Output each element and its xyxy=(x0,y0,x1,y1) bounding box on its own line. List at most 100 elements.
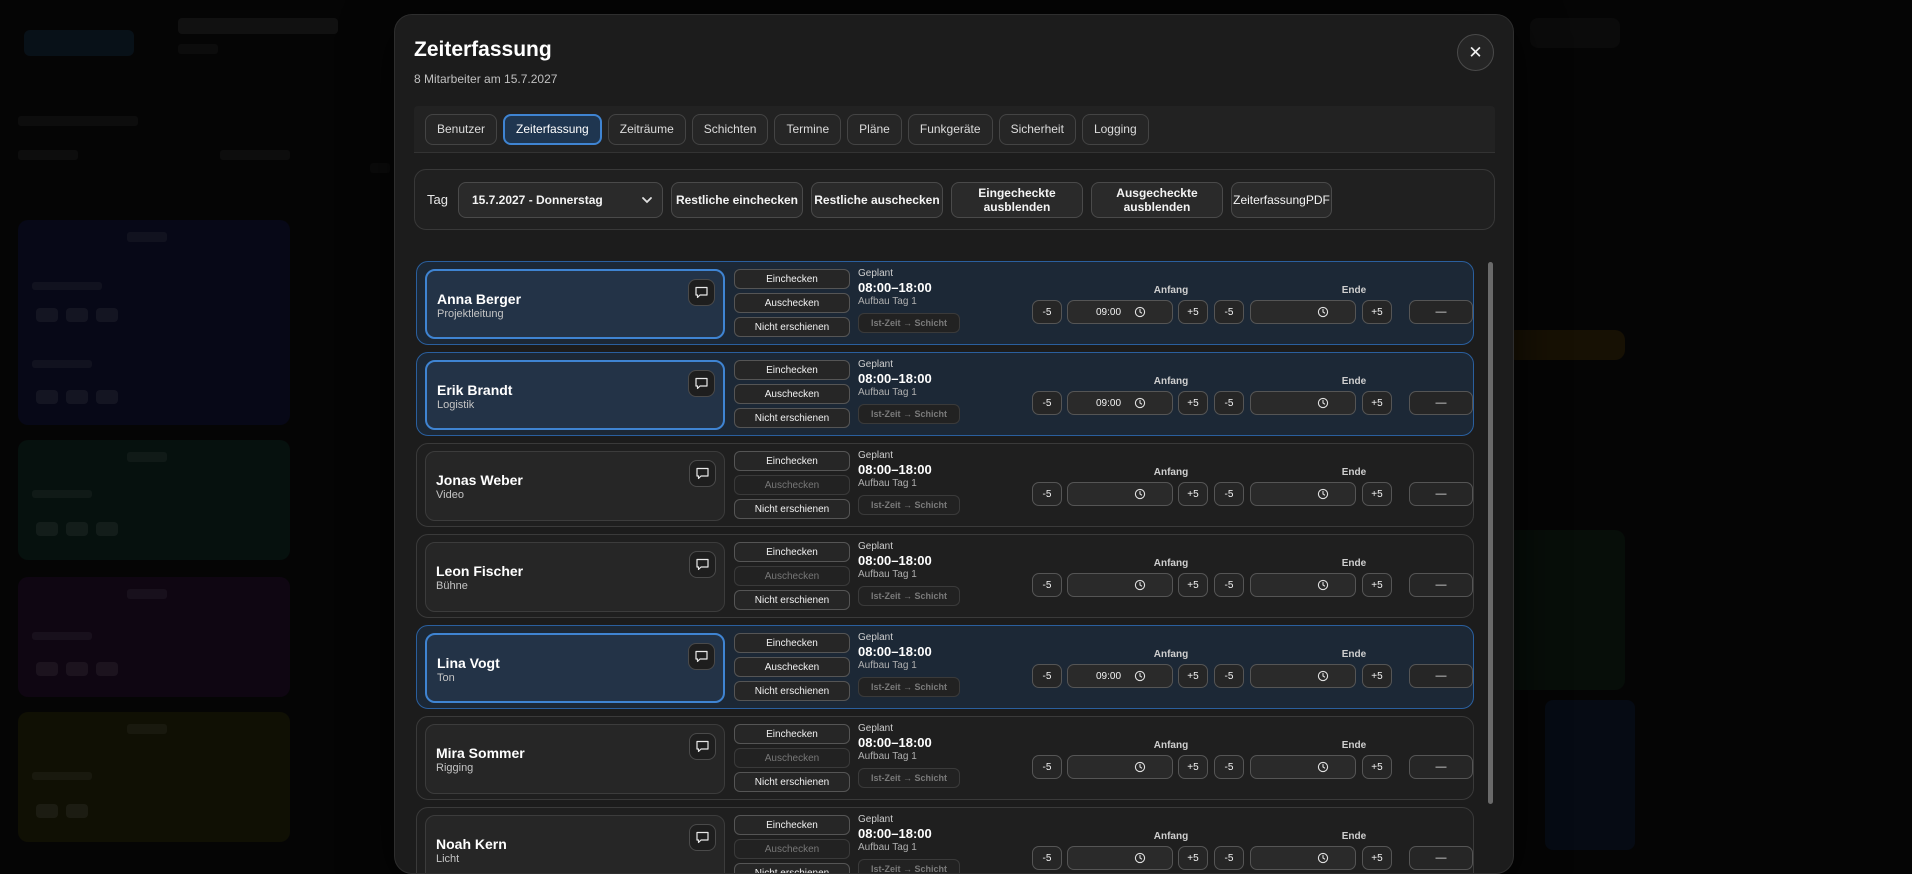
checkin-button[interactable]: Einchecken xyxy=(734,451,850,471)
tab-benutzer[interactable]: Benutzer xyxy=(425,114,497,145)
checkout-button[interactable]: Auschecken xyxy=(734,566,850,586)
employee-card[interactable]: Jonas Weber Video xyxy=(425,451,725,521)
no-show-button[interactable]: Nicht erschienen xyxy=(734,590,850,610)
ist-to-shift-button[interactable]: Ist-Zeit → Schicht xyxy=(858,859,960,874)
checkout-button[interactable]: Auschecken xyxy=(734,657,850,677)
checkin-remaining-button[interactable]: Restliche einchecken xyxy=(671,182,803,218)
start-minus-5-button[interactable]: -5 xyxy=(1032,300,1062,324)
ist-to-shift-button[interactable]: Ist-Zeit → Schicht xyxy=(858,768,960,788)
checkin-button[interactable]: Einchecken xyxy=(734,633,850,653)
end-minus-5-button[interactable]: -5 xyxy=(1214,482,1244,506)
tab-pläne[interactable]: Pläne xyxy=(847,114,902,145)
tab-zeiterfassung[interactable]: Zeiterfassung xyxy=(503,114,602,145)
ist-to-shift-button[interactable]: Ist-Zeit → Schicht xyxy=(858,586,960,606)
no-show-button[interactable]: Nicht erschienen xyxy=(734,863,850,874)
start-plus-5-button[interactable]: +5 xyxy=(1178,664,1208,688)
start-minus-5-button[interactable]: -5 xyxy=(1032,482,1062,506)
start-minus-5-button[interactable]: -5 xyxy=(1032,755,1062,779)
employee-card[interactable]: Mira Sommer Rigging xyxy=(425,724,725,794)
no-show-button[interactable]: Nicht erschienen xyxy=(734,317,850,337)
end-time-input[interactable] xyxy=(1250,573,1356,597)
end-minus-5-button[interactable]: -5 xyxy=(1214,573,1244,597)
start-minus-5-button[interactable]: -5 xyxy=(1032,664,1062,688)
tab-zeiträume[interactable]: Zeiträume xyxy=(608,114,686,145)
checkin-button[interactable]: Einchecken xyxy=(734,724,850,744)
checkout-remaining-button[interactable]: Restliche auschecken xyxy=(811,182,943,218)
start-time-input[interactable]: 09:00 xyxy=(1067,664,1173,688)
checkin-button[interactable]: Einchecken xyxy=(734,815,850,835)
start-time-input[interactable]: 09:00 xyxy=(1067,300,1173,324)
comment-button[interactable] xyxy=(689,551,716,578)
end-time-input[interactable] xyxy=(1250,482,1356,506)
checkout-button[interactable]: Auschecken xyxy=(734,293,850,313)
checkout-button[interactable]: Auschecken xyxy=(734,748,850,768)
end-time-input[interactable] xyxy=(1250,391,1356,415)
checkin-button[interactable]: Einchecken xyxy=(734,542,850,562)
end-plus-5-button[interactable]: +5 xyxy=(1362,573,1392,597)
tab-termine[interactable]: Termine xyxy=(774,114,841,145)
end-minus-5-button[interactable]: -5 xyxy=(1214,300,1244,324)
tab-sicherheit[interactable]: Sicherheit xyxy=(999,114,1076,145)
ist-to-shift-button[interactable]: Ist-Zeit → Schicht xyxy=(858,313,960,333)
start-minus-5-button[interactable]: -5 xyxy=(1032,391,1062,415)
employee-card[interactable]: Erik Brandt Logistik xyxy=(425,360,725,430)
end-minus-5-button[interactable]: -5 xyxy=(1214,664,1244,688)
end-plus-5-button[interactable]: +5 xyxy=(1362,391,1392,415)
start-plus-5-button[interactable]: +5 xyxy=(1178,482,1208,506)
hide-checked-out-button[interactable]: Ausgecheckte ausblenden xyxy=(1091,182,1223,218)
ist-to-shift-button[interactable]: Ist-Zeit → Schicht xyxy=(858,495,960,515)
no-show-button[interactable]: Nicht erschienen xyxy=(734,408,850,428)
end-plus-5-button[interactable]: +5 xyxy=(1362,300,1392,324)
end-time-input[interactable] xyxy=(1250,755,1356,779)
close-button[interactable]: ✕ xyxy=(1457,34,1494,71)
tab-schichten[interactable]: Schichten xyxy=(692,114,769,145)
checkout-button[interactable]: Auschecken xyxy=(734,384,850,404)
no-show-button[interactable]: Nicht erschienen xyxy=(734,681,850,701)
scrollbar[interactable] xyxy=(1488,262,1493,804)
start-time-input[interactable] xyxy=(1067,573,1173,597)
start-plus-5-button[interactable]: +5 xyxy=(1178,755,1208,779)
end-plus-5-button[interactable]: +5 xyxy=(1362,482,1392,506)
hide-checked-in-button[interactable]: Eingecheckte ausblenden xyxy=(951,182,1083,218)
pdf-export-button[interactable]: ZeiterfassungPDF xyxy=(1231,182,1332,218)
tab-logging[interactable]: Logging xyxy=(1082,114,1149,145)
ist-to-shift-button[interactable]: Ist-Zeit → Schicht xyxy=(858,404,960,424)
start-plus-5-button[interactable]: +5 xyxy=(1178,846,1208,870)
comment-button[interactable] xyxy=(688,643,715,670)
end-plus-5-button[interactable]: +5 xyxy=(1362,755,1392,779)
comment-button[interactable] xyxy=(688,370,715,397)
start-minus-5-button[interactable]: -5 xyxy=(1032,846,1062,870)
end-time-input[interactable] xyxy=(1250,664,1356,688)
end-minus-5-button[interactable]: -5 xyxy=(1214,846,1244,870)
comment-button[interactable] xyxy=(689,733,716,760)
end-minus-5-button[interactable]: -5 xyxy=(1214,391,1244,415)
start-time-input[interactable] xyxy=(1067,846,1173,870)
employee-card[interactable]: Noah Kern Licht xyxy=(425,815,725,874)
comment-button[interactable] xyxy=(689,824,716,851)
tab-funkgeräte[interactable]: Funkgeräte xyxy=(908,114,993,145)
end-plus-5-button[interactable]: +5 xyxy=(1362,846,1392,870)
start-plus-5-button[interactable]: +5 xyxy=(1178,300,1208,324)
end-time-input[interactable] xyxy=(1250,846,1356,870)
day-select[interactable]: 15.7.2027 - Donnerstag xyxy=(458,182,663,218)
comment-button[interactable] xyxy=(688,279,715,306)
checkout-button[interactable]: Auschecken xyxy=(734,475,850,495)
employee-card[interactable]: Leon Fischer Bühne xyxy=(425,542,725,612)
end-minus-5-button[interactable]: -5 xyxy=(1214,755,1244,779)
start-plus-5-button[interactable]: +5 xyxy=(1178,391,1208,415)
start-time-input[interactable] xyxy=(1067,755,1173,779)
no-show-button[interactable]: Nicht erschienen xyxy=(734,499,850,519)
employee-card[interactable]: Lina Vogt Ton xyxy=(425,633,725,703)
start-minus-5-button[interactable]: -5 xyxy=(1032,573,1062,597)
start-time-input[interactable]: 09:00 xyxy=(1067,391,1173,415)
no-show-button[interactable]: Nicht erschienen xyxy=(734,772,850,792)
ist-to-shift-button[interactable]: Ist-Zeit → Schicht xyxy=(858,677,960,697)
checkout-button[interactable]: Auschecken xyxy=(734,839,850,859)
checkin-button[interactable]: Einchecken xyxy=(734,269,850,289)
employee-card[interactable]: Anna Berger Projektleitung xyxy=(425,269,725,339)
start-time-input[interactable] xyxy=(1067,482,1173,506)
comment-button[interactable] xyxy=(689,460,716,487)
start-plus-5-button[interactable]: +5 xyxy=(1178,573,1208,597)
end-plus-5-button[interactable]: +5 xyxy=(1362,664,1392,688)
end-time-input[interactable] xyxy=(1250,300,1356,324)
